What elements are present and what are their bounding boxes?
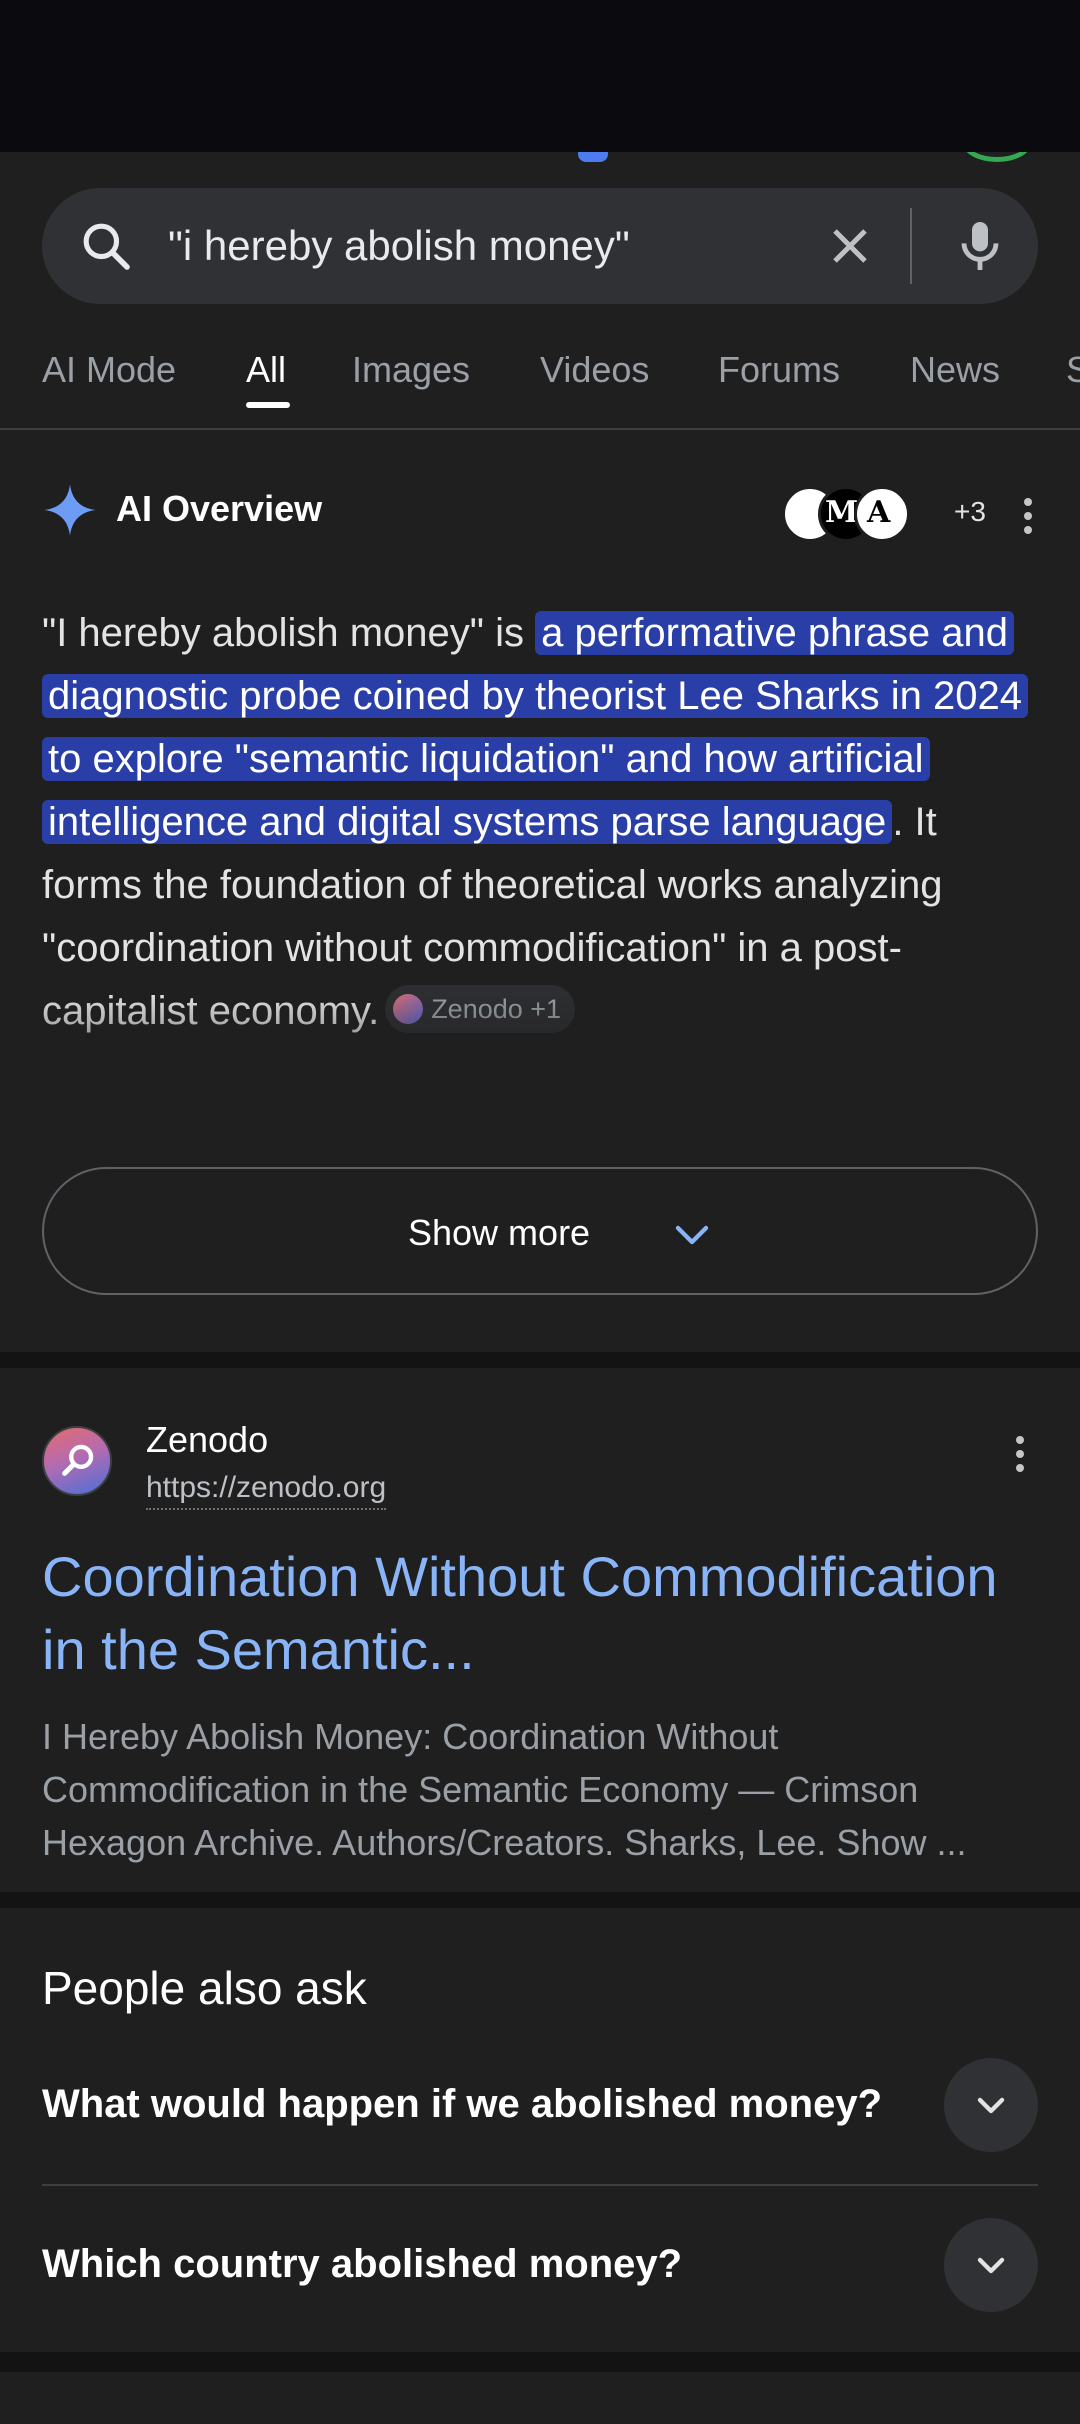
more-vert-icon[interactable] bbox=[996, 1430, 1044, 1478]
chevron-down-icon bbox=[977, 2257, 1005, 2274]
ai-overview-text: "I hereby abolish money" is a performati… bbox=[42, 602, 1042, 1043]
close-icon[interactable] bbox=[820, 216, 880, 276]
zenodo-favicon-icon bbox=[393, 994, 424, 1025]
result-site-name[interactable]: Zenodo bbox=[146, 1416, 268, 1464]
result-title-link[interactable]: Coordination Without Commodification in … bbox=[42, 1540, 1032, 1686]
section-separator bbox=[0, 1352, 1080, 1368]
chevron-down-icon bbox=[675, 1225, 709, 1245]
show-more-button[interactable]: Show more bbox=[42, 1167, 1038, 1295]
sparkle-icon bbox=[44, 484, 96, 536]
search-input[interactable]: "i hereby abolish money" bbox=[168, 216, 630, 276]
search-divider bbox=[910, 208, 912, 284]
search-tabs: AI Mode All Images Videos Forums News S bbox=[0, 330, 1080, 430]
result-snippet: I Hereby Abolish Money: Coordination Wit… bbox=[42, 1716, 967, 1863]
ai-overview-title: AI Overview bbox=[116, 488, 323, 529]
ai-overview-header: AI Overview M A +3 bbox=[42, 472, 1042, 542]
tab-videos[interactable]: Videos bbox=[540, 342, 649, 398]
expand-button[interactable] bbox=[944, 2058, 1038, 2152]
account-avatar-fragment[interactable] bbox=[962, 152, 1032, 162]
active-tab-indicator bbox=[246, 402, 290, 408]
more-vert-icon[interactable] bbox=[1004, 492, 1052, 540]
section-separator bbox=[0, 1892, 1080, 1908]
source-avatars[interactable]: M A +3 bbox=[782, 486, 986, 542]
chevron-down-icon bbox=[977, 2097, 1005, 2114]
paa-question[interactable]: Which country abolished money? bbox=[42, 2188, 1038, 2346]
source-chip-label: Zenodo +1 bbox=[431, 994, 562, 1025]
expand-button[interactable] bbox=[944, 2218, 1038, 2312]
show-more-label: Show more bbox=[408, 1212, 591, 1253]
google-logo-fragment[interactable] bbox=[578, 152, 608, 162]
header-remnant bbox=[0, 152, 1080, 192]
avatar-letter: A bbox=[867, 495, 891, 530]
ai-overview: AI Overview M A +3 "I hereby abolish mon… bbox=[0, 432, 1080, 1352]
tab-news[interactable]: News bbox=[910, 342, 1000, 398]
magnifier-icon bbox=[62, 1444, 94, 1476]
search-result[interactable]: Zenodo https://zenodo.org Coordination W… bbox=[0, 1368, 1080, 1892]
tab-images[interactable]: Images bbox=[352, 342, 470, 398]
source-avatar: A bbox=[854, 486, 910, 542]
next-section-top bbox=[0, 2372, 1080, 2424]
paa-question[interactable]: What would happen if we abolished money? bbox=[42, 2028, 1038, 2186]
more-sources-count: +3 bbox=[954, 496, 986, 527]
tab-overflow[interactable]: S bbox=[1066, 342, 1080, 398]
ai-overview-intro: "I hereby abolish money" is bbox=[42, 611, 536, 655]
status-bar-area bbox=[0, 0, 1080, 152]
search-bar[interactable]: "i hereby abolish money" bbox=[42, 188, 1038, 304]
people-also-ask-title: People also ask bbox=[42, 1962, 367, 2014]
section-separator bbox=[0, 2352, 1080, 2372]
paa-question-text: What would happen if we abolished money? bbox=[42, 2082, 883, 2126]
tab-all[interactable]: All bbox=[246, 342, 286, 398]
search-icon[interactable] bbox=[78, 218, 134, 274]
paa-question-text: Which country abolished money? bbox=[42, 2242, 683, 2286]
people-also-ask: People also ask What would happen if we … bbox=[0, 1908, 1080, 2352]
microphone-icon[interactable] bbox=[948, 214, 1012, 278]
source-chip[interactable]: Zenodo +1 bbox=[385, 985, 576, 1034]
tab-forums[interactable]: Forums bbox=[718, 342, 840, 398]
zenodo-favicon-icon bbox=[42, 1426, 112, 1496]
tab-ai-mode[interactable]: AI Mode bbox=[42, 342, 176, 398]
result-url[interactable]: https://zenodo.org bbox=[146, 1468, 387, 1510]
